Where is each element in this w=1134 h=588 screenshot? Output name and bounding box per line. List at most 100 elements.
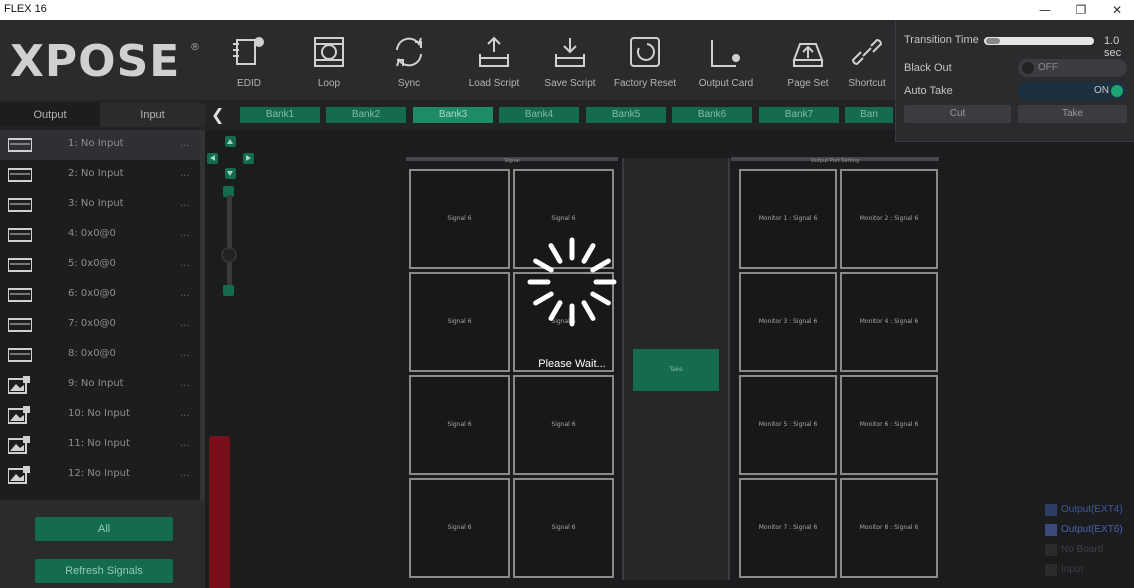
list-item-menu[interactable]: ... (180, 468, 190, 479)
signal-cell[interactable]: Signal 6 (409, 478, 510, 578)
tab-output[interactable]: Output (0, 103, 100, 127)
bank-tab-5[interactable]: Bank5 (586, 107, 666, 123)
restore-button[interactable]: ❐ (1066, 0, 1096, 20)
take-button[interactable]: Take (633, 349, 719, 391)
list-item[interactable]: 3: No Input ... (0, 190, 200, 220)
list-item[interactable]: 12: No Input ... (0, 460, 200, 490)
output-cell-label: Monitor 8 : Signal 6 (859, 524, 919, 532)
list-item-menu[interactable]: ... (180, 138, 190, 149)
list-item-menu[interactable]: ... (180, 198, 190, 209)
logo-area: XPOSE ® (0, 20, 205, 100)
output-list: 1: No Input ... 2: No Input ... 3: No In… (0, 130, 205, 500)
bank-tab-3[interactable]: Bank3 (413, 107, 493, 123)
signal-cell[interactable]: Signal 6 (409, 169, 510, 269)
output-cell[interactable]: Monitor 8 : Signal 6 (840, 478, 938, 578)
legend-swatch (1045, 524, 1057, 536)
signal-cell-label: Signal 6 (447, 421, 472, 429)
list-item[interactable]: 2: No Input ... (0, 160, 200, 190)
signal-cell[interactable]: Signal 6 (409, 375, 510, 475)
signal-cell-label: Signal 6 (551, 524, 576, 532)
list-item-menu[interactable]: ... (180, 318, 190, 329)
zoom-out-button[interactable] (223, 285, 234, 296)
refresh-signals-button[interactable]: Refresh Signals (35, 559, 173, 583)
list-item[interactable]: 10: No Input ... (0, 400, 200, 430)
edid-label: EDID (237, 78, 261, 89)
output-card-icon (711, 40, 740, 67)
logo: XPOSE (10, 36, 181, 87)
list-item[interactable]: 7: 0x0@0 ... (0, 310, 200, 340)
list-item-menu[interactable]: ... (180, 438, 190, 449)
save-script-button[interactable]: Save Script (537, 20, 603, 100)
list-item-menu[interactable]: ... (180, 168, 190, 179)
sync-button[interactable]: Sync (381, 20, 437, 100)
list-item-label: 5: 0x0@0 (68, 258, 116, 269)
output-cell[interactable]: Monitor 2 : Signal 6 (840, 169, 938, 269)
sidebar-actions: All Refresh Signals (0, 500, 205, 588)
monitor-icon (8, 288, 32, 302)
minimize-button[interactable]: — (1030, 0, 1060, 20)
list-item[interactable]: 4: 0x0@0 ... (0, 220, 200, 250)
all-button[interactable]: All (35, 517, 173, 541)
legend-label: Output(EXT4) (1061, 504, 1123, 515)
signal-cell[interactable]: Signal 6 (513, 478, 614, 578)
output-cell[interactable]: Monitor 6 : Signal 6 (840, 375, 938, 475)
overlay-take-button[interactable]: Take (1018, 105, 1127, 123)
monitor-icon (8, 258, 32, 272)
auto-take-toggle[interactable]: ON (1018, 82, 1127, 100)
signal-cell[interactable]: Signal 6 (513, 375, 614, 475)
legend-label: Output(EXT6) (1061, 524, 1123, 535)
list-item[interactable]: 11: No Input ... (0, 430, 200, 460)
bank-tab-8[interactable]: Ban (845, 107, 893, 123)
list-item-menu[interactable]: ... (180, 348, 190, 359)
zoom-slider-handle[interactable] (221, 247, 237, 263)
output-cell[interactable]: Monitor 1 : Signal 6 (739, 169, 837, 269)
list-item[interactable]: 9: No Input ... (0, 370, 200, 400)
load-script-icon (479, 36, 509, 67)
close-button[interactable]: ✕ (1102, 0, 1132, 20)
output-cell-label: Monitor 4 : Signal 6 (859, 318, 919, 326)
bank-tab-2[interactable]: Bank2 (326, 107, 406, 123)
list-item[interactable]: 8: 0x0@0 ... (0, 340, 200, 370)
list-item-menu[interactable]: ... (180, 258, 190, 269)
legend-swatch (1045, 544, 1057, 556)
pan-control-icon[interactable] (206, 135, 256, 185)
signal-cell[interactable]: Signal 6 (409, 272, 510, 372)
shortcut-button[interactable]: Shortcut (841, 20, 893, 100)
black-out-state: OFF (1038, 62, 1058, 73)
zoom-slider[interactable] (227, 195, 232, 291)
loop-button[interactable]: Loop (301, 20, 357, 100)
load-script-button[interactable]: Load Script (461, 20, 527, 100)
signal-cell-label: Signal 6 (447, 318, 472, 326)
bank-tab-7[interactable]: Bank7 (759, 107, 839, 123)
list-item[interactable]: 1: No Input ... (0, 130, 200, 160)
list-item-menu[interactable]: ... (180, 228, 190, 239)
window-title: FLEX 16 (4, 3, 47, 15)
list-item-menu[interactable]: ... (180, 408, 190, 419)
factory-reset-button[interactable]: Factory Reset (609, 20, 681, 100)
list-item-menu[interactable]: ... (180, 378, 190, 389)
signal-cell-label: Signal 6 (447, 524, 472, 532)
bank-tab-1[interactable]: Bank1 (240, 107, 320, 123)
output-cell[interactable]: Monitor 4 : Signal 6 (840, 272, 938, 372)
page-set-button[interactable]: Page Set (775, 20, 841, 100)
list-item-label: 4: 0x0@0 (68, 228, 116, 239)
output-cell[interactable]: Monitor 3 : Signal 6 (739, 272, 837, 372)
transition-time-slider-handle[interactable] (986, 38, 1000, 44)
output-cell[interactable]: Monitor 7 : Signal 6 (739, 478, 837, 578)
output-cell[interactable]: Monitor 5 : Signal 6 (739, 375, 837, 475)
bank-tab-4[interactable]: Bank4 (499, 107, 579, 123)
list-item-menu[interactable]: ... (180, 288, 190, 299)
monitor-icon (8, 168, 32, 182)
tab-input[interactable]: Input (100, 103, 205, 127)
signal-cell-label: Signal 6 (551, 215, 576, 223)
list-item[interactable]: 6: 0x0@0 ... (0, 280, 200, 310)
transition-time-slider[interactable] (984, 37, 1094, 45)
black-out-toggle[interactable]: OFF (1018, 59, 1127, 77)
list-item[interactable]: 5: 0x0@0 ... (0, 250, 200, 280)
bank-tab-6[interactable]: Bank6 (672, 107, 752, 123)
loading-spinner-icon (527, 237, 617, 327)
cut-button[interactable]: Cut (904, 105, 1011, 123)
output-card-button[interactable]: Output Card (691, 20, 761, 100)
edid-button[interactable]: EDID (221, 20, 277, 100)
bank-prev-icon[interactable]: ❮ (211, 105, 224, 124)
